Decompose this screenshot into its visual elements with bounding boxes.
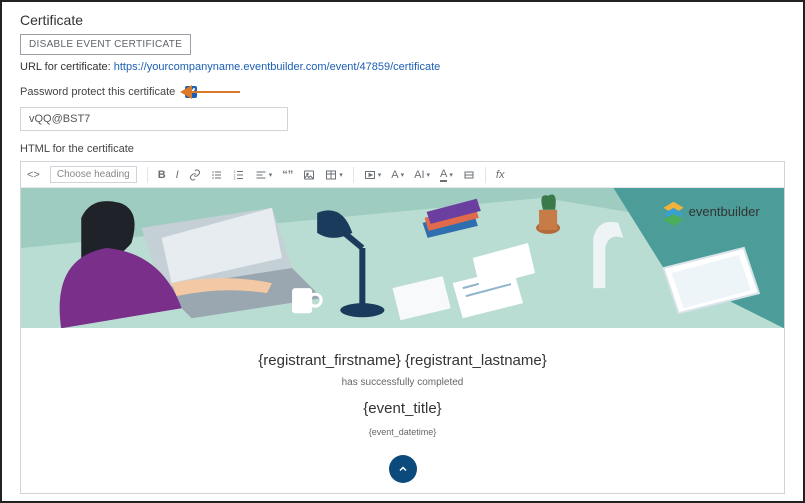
image-icon[interactable] [303,169,315,181]
toolbar-separator [353,167,354,183]
certificate-banner-image: eventbuilder [21,188,784,328]
certificate-url-link[interactable]: https://yourcompanyname.eventbuilder.com… [114,61,441,73]
url-label: URL for certificate: [20,61,114,73]
completed-text: has successfully completed [21,377,784,388]
toolbar-separator [147,167,148,183]
rich-text-editor: <> Choose heading B I 123 ▾ “” ▾ ▾ A▾ AI… [20,161,785,494]
styles-icon[interactable]: AI▾ [414,169,430,181]
html-section-label: HTML for the certificate [20,143,785,155]
certificate-settings-panel: Certificate DISABLE EVENT CERTIFICATE UR… [0,0,805,503]
editor-toolbar: <> Choose heading B I 123 ▾ “” ▾ ▾ A▾ AI… [21,162,784,188]
bold-icon[interactable]: B [158,169,166,181]
certificate-password-input[interactable] [20,107,288,131]
toolbar-separator [485,167,486,183]
password-protect-label: Password protect this certificate [20,86,175,98]
align-icon[interactable]: ▾ [255,169,273,181]
bullet-list-icon[interactable] [211,169,223,181]
heading-select[interactable]: Choose heading [50,166,137,183]
editor-content[interactable]: eventbuilder {registrant_firstname} {reg… [21,188,784,493]
quote-icon[interactable]: “” [282,169,293,181]
scroll-to-top-button[interactable] [389,455,417,483]
page-title: Certificate [20,12,785,28]
password-protect-checkbox[interactable] [185,86,197,98]
event-title-placeholder: {event_title} [21,400,784,417]
password-protect-row: Password protect this certificate [20,83,785,101]
registrant-name-placeholder: {registrant_firstname} {registrant_lastn… [21,352,784,369]
italic-icon[interactable]: I [176,169,179,181]
highlight-icon[interactable]: A▾ [440,168,453,182]
link-icon[interactable] [189,169,201,181]
hr-icon[interactable] [463,169,475,181]
svg-text:3: 3 [233,177,235,181]
disable-event-certificate-button[interactable]: DISABLE EVENT CERTIFICATE [20,34,191,55]
table-icon[interactable]: ▾ [325,169,343,181]
source-icon[interactable]: <> [27,169,40,181]
number-list-icon[interactable]: 123 [233,169,245,181]
media-icon[interactable]: ▾ [364,169,382,181]
certificate-url-row: URL for certificate: https://yourcompany… [20,61,785,73]
event-datetime-placeholder: {event_datetime} [21,427,784,437]
fx-button[interactable]: fx [496,169,505,181]
brand-text: eventbuilder [689,204,761,219]
font-icon[interactable]: A▾ [391,169,404,181]
